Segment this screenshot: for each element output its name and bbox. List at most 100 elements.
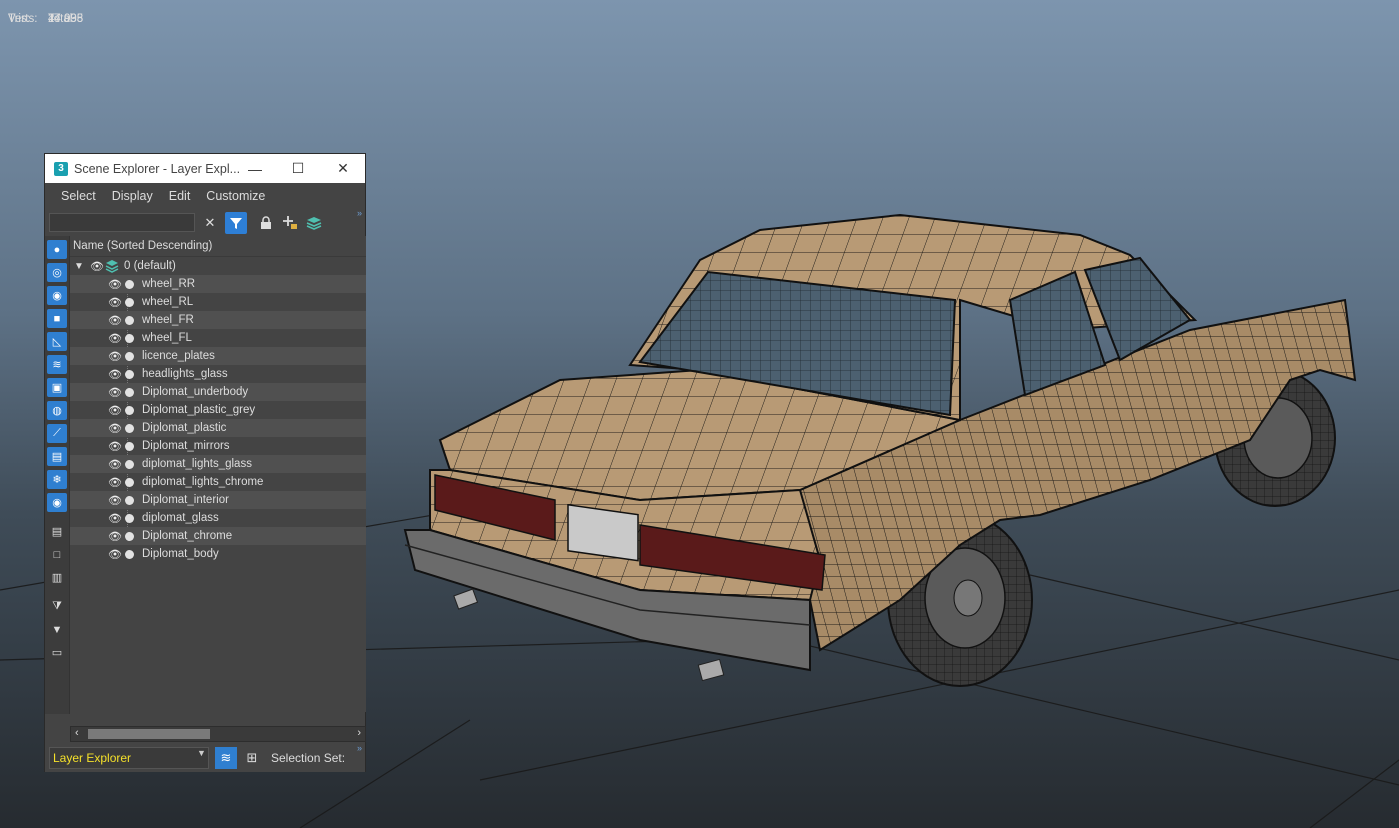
layer-row[interactable]: 👁 diplomat_lights_glass xyxy=(70,455,366,473)
layer-row[interactable]: 👁 wheel_RR xyxy=(70,275,366,293)
render-dot-icon[interactable] xyxy=(125,387,134,397)
collapse-arrow-icon[interactable]: ▼ xyxy=(74,261,84,272)
scroll-left-icon[interactable]: ‹ xyxy=(75,727,79,739)
none-icon[interactable]: □ xyxy=(47,545,67,564)
render-dot-icon[interactable] xyxy=(125,351,134,361)
eye-icon[interactable]: 👁 xyxy=(108,440,122,453)
filter-clear-icon[interactable]: ⧩ xyxy=(47,597,67,616)
filter-icon[interactable] xyxy=(225,212,247,234)
layer-name: Diplomat_underbody xyxy=(142,386,249,398)
layer-row[interactable]: 👁 headlights_glass xyxy=(70,365,366,383)
layer-tree[interactable]: Name (Sorted Descending) ▼ 👁 0 (default)… xyxy=(70,236,366,712)
render-dot-icon[interactable] xyxy=(125,405,134,415)
layer-row[interactable]: 👁 Diplomat_body xyxy=(70,545,366,563)
render-dot-icon[interactable] xyxy=(125,423,134,433)
explorer-type-select[interactable]: Layer Explorer xyxy=(49,747,209,769)
layer-row[interactable]: 👁 wheel_FL xyxy=(70,329,366,347)
eye-icon[interactable]: 👁 xyxy=(108,296,122,309)
layer-row[interactable]: 👁 licence_plates xyxy=(70,347,366,365)
chevron-down-icon[interactable]: ▼ xyxy=(197,748,206,758)
layer-row[interactable]: 👁 diplomat_glass xyxy=(70,509,366,527)
layer-name: Diplomat_mirrors xyxy=(142,440,230,452)
selection-sets-label[interactable]: Selection Set: xyxy=(271,751,345,765)
layer-row[interactable]: 👁 wheel_RL xyxy=(70,293,366,311)
scroll-right-icon[interactable]: › xyxy=(357,727,361,739)
add-layer-icon[interactable] xyxy=(279,212,301,234)
clear-icon[interactable]: ✕ xyxy=(199,212,221,234)
render-dot-icon[interactable] xyxy=(125,549,134,559)
layer-name: diplomat_lights_glass xyxy=(142,458,252,470)
helpers-icon[interactable]: ◺ xyxy=(47,332,67,351)
frozen-icon[interactable]: ❄ xyxy=(47,470,67,489)
close-button[interactable]: ✕ xyxy=(323,154,363,183)
selection-set-icon[interactable]: ▭ xyxy=(47,643,67,662)
lights-icon[interactable]: ◉ xyxy=(47,286,67,305)
render-dot-icon[interactable] xyxy=(125,531,134,541)
minimize-button[interactable]: — xyxy=(235,154,275,183)
column-header-name[interactable]: Name (Sorted Descending) xyxy=(70,236,366,257)
xrefs-icon[interactable]: ◍ xyxy=(47,401,67,420)
spacewarps-icon[interactable]: ≋ xyxy=(47,355,67,374)
root-layer-row[interactable]: ▼ 👁 0 (default) xyxy=(70,257,366,275)
render-dot-icon[interactable] xyxy=(125,495,134,505)
render-dot-icon[interactable] xyxy=(125,297,134,307)
filter-sidebar-icon[interactable]: ▼ xyxy=(47,620,67,639)
render-dot-icon[interactable] xyxy=(125,459,134,469)
layers-icon[interactable] xyxy=(303,212,325,234)
render-dot-icon[interactable] xyxy=(125,369,134,379)
eye-icon[interactable]: 👁 xyxy=(108,494,122,507)
all-icon[interactable]: ▤ xyxy=(47,522,67,541)
scene-explorer-window[interactable]: 3 Scene Explorer - Layer Expl... — ☐ ✕ S… xyxy=(44,153,366,772)
layer-row[interactable]: 👁 Diplomat_plastic_grey xyxy=(70,401,366,419)
window-titlebar[interactable]: 3 Scene Explorer - Layer Expl... — ☐ ✕ xyxy=(45,154,365,183)
eye-icon[interactable]: 👁 xyxy=(108,350,122,363)
render-dot-icon[interactable] xyxy=(125,441,134,451)
hierarchy-mode-icon[interactable]: ⊞ xyxy=(241,747,263,769)
invert-icon[interactable]: ▥ xyxy=(47,568,67,587)
eye-icon[interactable]: 👁 xyxy=(108,512,122,525)
eye-icon[interactable]: 👁 xyxy=(108,386,122,399)
containers-icon[interactable]: ▤ xyxy=(47,447,67,466)
shapes-icon[interactable]: ◎ xyxy=(47,263,67,282)
menu-customize[interactable]: Customize xyxy=(198,189,273,203)
groups-icon[interactable]: ▣ xyxy=(47,378,67,397)
layer-row[interactable]: 👁 wheel_FR xyxy=(70,311,366,329)
eye-icon[interactable]: 👁 xyxy=(108,332,122,345)
bottom-overflow-icon[interactable]: » xyxy=(357,743,362,753)
render-dot-icon[interactable] xyxy=(125,315,134,325)
eye-icon[interactable]: 👁 xyxy=(108,530,122,543)
render-dot-icon[interactable] xyxy=(125,333,134,343)
bones-icon[interactable]: ⟋ xyxy=(47,424,67,443)
horizontal-scrollbar[interactable]: ‹ › xyxy=(70,726,366,742)
maximize-button[interactable]: ☐ xyxy=(278,154,318,183)
lock-icon[interactable] xyxy=(255,212,277,234)
layer-row[interactable]: 👁 diplomat_lights_chrome xyxy=(70,473,366,491)
render-dot-icon[interactable] xyxy=(125,279,134,289)
cameras-icon[interactable]: ■ xyxy=(47,309,67,328)
scrollbar-thumb[interactable] xyxy=(88,729,210,739)
layer-row[interactable]: 👁 Diplomat_plastic xyxy=(70,419,366,437)
hidden-icon[interactable]: ◉ xyxy=(47,493,67,512)
toolbar-overflow-icon[interactable]: » xyxy=(357,208,362,218)
layers-mode-icon[interactable]: ≋ xyxy=(215,747,237,769)
eye-icon[interactable]: 👁 xyxy=(108,404,122,417)
eye-icon[interactable]: 👁 xyxy=(108,314,122,327)
menu-edit[interactable]: Edit xyxy=(161,189,199,203)
eye-icon[interactable]: 👁 xyxy=(108,476,122,489)
eye-icon[interactable]: 👁 xyxy=(108,458,122,471)
eye-icon[interactable]: 👁 xyxy=(108,422,122,435)
eye-icon[interactable]: 👁 xyxy=(108,548,122,561)
menu-select[interactable]: Select xyxy=(53,189,104,203)
render-dot-icon[interactable] xyxy=(125,477,134,487)
layer-row[interactable]: 👁 Diplomat_underbody xyxy=(70,383,366,401)
eye-icon[interactable]: 👁 xyxy=(90,260,104,273)
layer-row[interactable]: 👁 Diplomat_mirrors xyxy=(70,437,366,455)
menu-display[interactable]: Display xyxy=(104,189,161,203)
render-dot-icon[interactable] xyxy=(125,513,134,523)
eye-icon[interactable]: 👁 xyxy=(108,278,122,291)
geometry-icon[interactable]: ● xyxy=(47,240,67,259)
search-input[interactable] xyxy=(49,213,195,232)
layer-row[interactable]: 👁 Diplomat_interior xyxy=(70,491,366,509)
eye-icon[interactable]: 👁 xyxy=(108,368,122,381)
layer-row[interactable]: 👁 Diplomat_chrome xyxy=(70,527,366,545)
